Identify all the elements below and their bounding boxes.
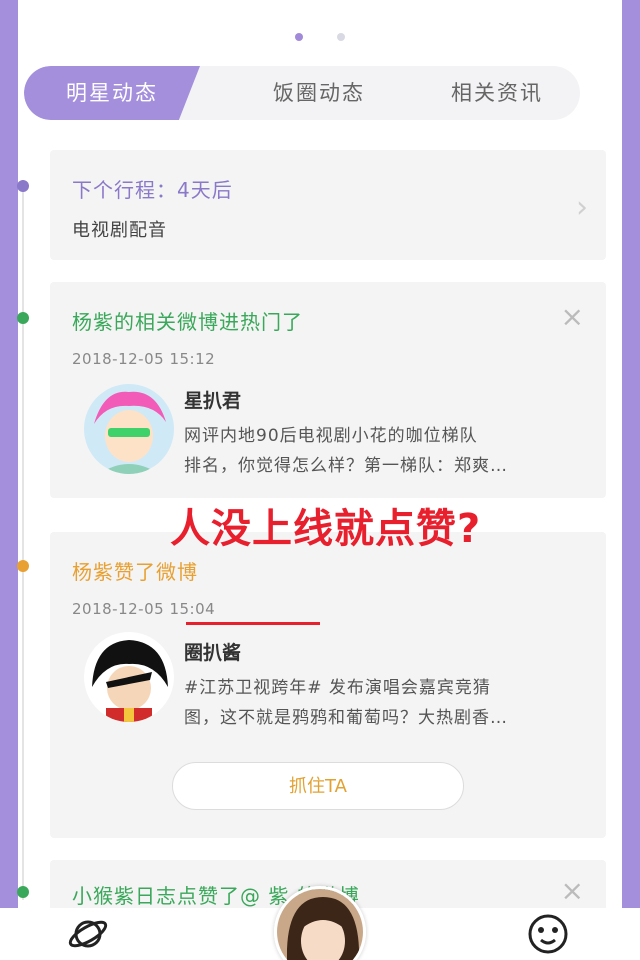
avatar[interactable] <box>84 384 174 474</box>
grab-button[interactable]: 抓住TA <box>172 762 464 810</box>
close-icon[interactable]: × <box>561 874 584 907</box>
timeline-dot-green <box>17 886 29 898</box>
annotation-underline <box>186 622 320 625</box>
planet-icon[interactable] <box>66 912 110 956</box>
next-schedule-subtitle: 电视剧配音 <box>72 220 167 241</box>
timeline-dot-orange <box>17 560 29 572</box>
tab-fan-news[interactable]: 饭圈动态 <box>224 66 414 120</box>
chevron-right-icon: › <box>576 190 588 225</box>
user-name[interactable]: 圈扒酱 <box>184 638 241 665</box>
post-text-line[interactable]: 排名，你觉得怎么样？第一梯队：郑爽… <box>184 452 574 481</box>
feed-card: 杨紫赞了微博 2018-12-05 15:04 圈扒酱 #江苏卫视跨年# 发布演… <box>50 532 606 838</box>
feed-header[interactable]: 杨紫的相关微博进热门了 <box>72 306 303 335</box>
page-dot[interactable] <box>336 33 345 41</box>
tab-bar: 明星动态 饭圈动态 相关资讯 <box>24 66 580 120</box>
page-dot-active[interactable] <box>295 33 304 41</box>
smiley-icon[interactable] <box>526 912 570 956</box>
post-text-line[interactable]: 图，这不就是鸦鸦和葡萄吗？大热剧香… <box>184 704 574 733</box>
tab-star-news[interactable]: 明星动态 <box>24 66 200 120</box>
user-name[interactable]: 星扒君 <box>184 386 241 413</box>
timeline-dot-green <box>17 312 29 324</box>
page-indicator <box>18 26 622 45</box>
next-schedule-title: 下个行程：4天后 <box>72 178 233 202</box>
tab-related-info[interactable]: 相关资讯 <box>414 66 580 120</box>
timeline-dot-purple <box>17 180 29 192</box>
avatar[interactable] <box>84 632 174 722</box>
feed-time: 2018-12-05 15:04 <box>72 600 216 618</box>
feed-time: 2018-12-05 15:12 <box>72 350 216 368</box>
post-text-line[interactable]: 网评内地90后电视剧小花的咖位梯队 <box>184 422 574 451</box>
close-icon[interactable]: × <box>561 300 584 333</box>
feed-card: 杨紫的相关微博进热门了 × 2018-12-05 15:12 星扒君 网评内地9… <box>50 282 606 498</box>
post-text-line[interactable]: #江苏卫视跨年# 发布演唱会嘉宾竞猜 <box>184 674 574 703</box>
annotation-text: 人没上线就点赞? <box>170 506 482 552</box>
timeline-line <box>22 180 24 900</box>
next-schedule-card[interactable]: 下个行程：4天后 电视剧配音 › <box>50 150 606 260</box>
feed-header[interactable]: 杨紫赞了微博 <box>72 556 198 585</box>
